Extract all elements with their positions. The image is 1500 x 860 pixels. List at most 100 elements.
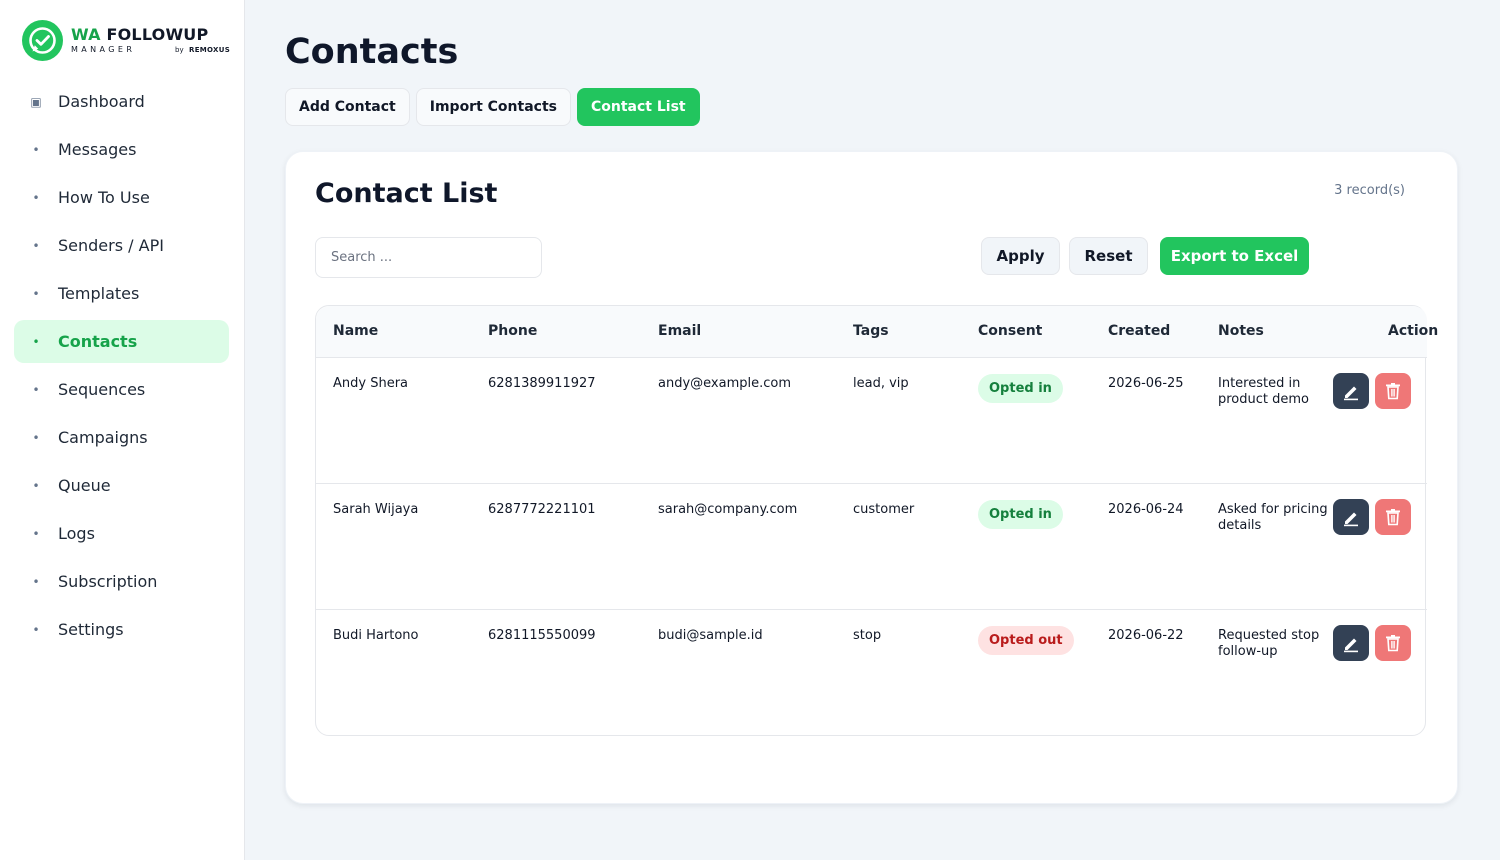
sidebar-item-senders-api[interactable]: • Senders / API [14,224,229,267]
sidebar-item-label: Sequences [58,380,146,399]
table-row: Budi Hartono 6281115550099 budi@sample.i… [316,610,1427,736]
sidebar-item-label: Dashboard [58,92,145,111]
cell-email: budi@sample.id [658,628,763,643]
sidebar-item-dashboard[interactable]: ▣ Dashboard [14,80,229,123]
delete-button[interactable] [1375,373,1411,409]
sidebar-item-label: Settings [58,620,124,639]
pencil-icon [1344,638,1358,653]
sidebar-item-label: How To Use [58,188,150,207]
bullet-icon: • [32,142,40,157]
cell-tags: customer [853,502,915,517]
sidebar-item-subscription[interactable]: • Subscription [14,560,229,603]
edit-button[interactable] [1333,499,1369,535]
cell-name: Budi Hartono [333,628,419,643]
app-logo[interactable]: WA FOLLOWUP MANAGER by REMOXUS [22,20,232,64]
cell-name: Andy Shera [333,376,409,391]
consent-badge: Opted in [978,374,1063,403]
table-row: Andy Shera 6281389911927 andy@example.co… [316,358,1427,484]
trash-icon [1386,383,1400,400]
cell-name: Sarah Wijaya [333,502,419,517]
bullet-icon: • [32,382,40,397]
sidebar-item-logs[interactable]: • Logs [14,512,229,555]
edit-button[interactable] [1333,625,1369,661]
whatsapp-logo-icon [22,20,63,61]
column-header-notes[interactable]: Notes [1218,323,1264,339]
apply-button[interactable]: Apply [981,237,1060,275]
record-count: 3 record(s) [1334,183,1405,198]
brand-title: WA FOLLOWUP [71,25,209,44]
sidebar-item-campaigns[interactable]: • Campaigns [14,416,229,459]
tab-contact-list[interactable]: Contact List [576,88,700,126]
brand-company: REMOXUS [189,46,231,54]
trash-icon [1386,509,1400,526]
bullet-icon: • [32,622,40,637]
sidebar: WA FOLLOWUP MANAGER by REMOXUS ▣ Dashboa… [0,0,245,860]
sidebar-item-label: Senders / API [58,236,164,255]
delete-button[interactable] [1375,625,1411,661]
bullet-icon: • [32,526,40,541]
brand-subtitle: MANAGER [71,45,136,54]
column-header-email[interactable]: Email [658,323,701,339]
sidebar-item-label: Messages [58,140,137,159]
edit-button[interactable] [1333,373,1369,409]
dashboard-square-icon: ▣ [30,94,42,109]
bullet-icon: • [32,190,40,205]
table-header: Name Phone Email Tags Consent Created No… [316,306,1438,358]
cell-created: 2026-06-22 [1108,628,1184,643]
cell-tags: stop [853,628,882,643]
search-input[interactable] [315,237,542,278]
export-excel-button[interactable]: Export to Excel [1160,237,1309,275]
cell-created: 2026-06-24 [1108,502,1184,517]
consent-badge: Opted in [978,500,1063,529]
sidebar-item-contacts[interactable]: • Contacts [14,320,229,363]
pencil-icon [1344,386,1358,401]
bullet-icon: • [32,574,40,589]
column-header-consent[interactable]: Consent [978,323,1042,339]
reset-button[interactable]: Reset [1069,237,1148,275]
sidebar-item-label: Contacts [58,332,138,351]
sidebar-item-sequences[interactable]: • Sequences [14,368,229,411]
tab-import-contacts[interactable]: Import Contacts [415,88,571,126]
cell-email: sarah@company.com [658,502,798,517]
trash-icon [1386,635,1400,652]
sidebar-item-label: Campaigns [58,428,148,447]
delete-button[interactable] [1375,499,1411,535]
column-header-created[interactable]: Created [1108,323,1170,339]
card-title: Contact List [315,178,498,209]
page-title: Contacts [285,32,459,72]
column-header-phone[interactable]: Phone [488,323,537,339]
pencil-icon [1344,512,1358,527]
consent-badge: Opted out [978,626,1074,655]
bullet-icon: • [32,478,40,493]
sidebar-nav: ▣ Dashboard • Messages • How To Use • Se… [14,80,229,656]
table-row: Sarah Wijaya 6287772221101 sarah@company… [316,484,1427,610]
cell-phone: 6287772221101 [488,502,596,517]
sidebar-item-label: Templates [58,284,140,303]
bullet-icon: • [32,238,40,253]
sidebar-item-how-to-use[interactable]: • How To Use [14,176,229,219]
brand-by: by [175,46,184,54]
tab-add-contact[interactable]: Add Contact [285,88,410,126]
column-header-action: Action [1388,323,1439,339]
cell-phone: 6281115550099 [488,628,596,643]
contact-tabs: Add Contact Import Contacts Contact List [285,88,700,126]
bullet-icon: • [32,430,40,445]
cell-phone: 6281389911927 [488,376,596,391]
bullet-icon: • [32,286,40,301]
column-header-name[interactable]: Name [333,323,378,339]
sidebar-item-messages[interactable]: • Messages [14,128,229,171]
cell-tags: lead, vip [853,376,909,391]
sidebar-item-settings[interactable]: • Settings [14,608,229,651]
cell-created: 2026-06-25 [1108,376,1184,391]
cell-email: andy@example.com [658,376,792,391]
sidebar-item-queue[interactable]: • Queue [14,464,229,507]
cell-notes: Requested stop follow-up [1218,628,1320,659]
column-header-tags[interactable]: Tags [853,323,889,339]
cell-notes: Asked for pricing details [1218,502,1328,533]
contacts-table: Name Phone Email Tags Consent Created No… [315,305,1438,736]
contact-list-card: Contact List 3 record(s) Apply Reset Exp… [285,151,1458,804]
sidebar-item-label: Logs [58,524,95,543]
sidebar-item-label: Subscription [58,572,158,591]
sidebar-item-templates[interactable]: • Templates [14,272,229,315]
cell-notes: Interested in product demo [1218,376,1309,407]
